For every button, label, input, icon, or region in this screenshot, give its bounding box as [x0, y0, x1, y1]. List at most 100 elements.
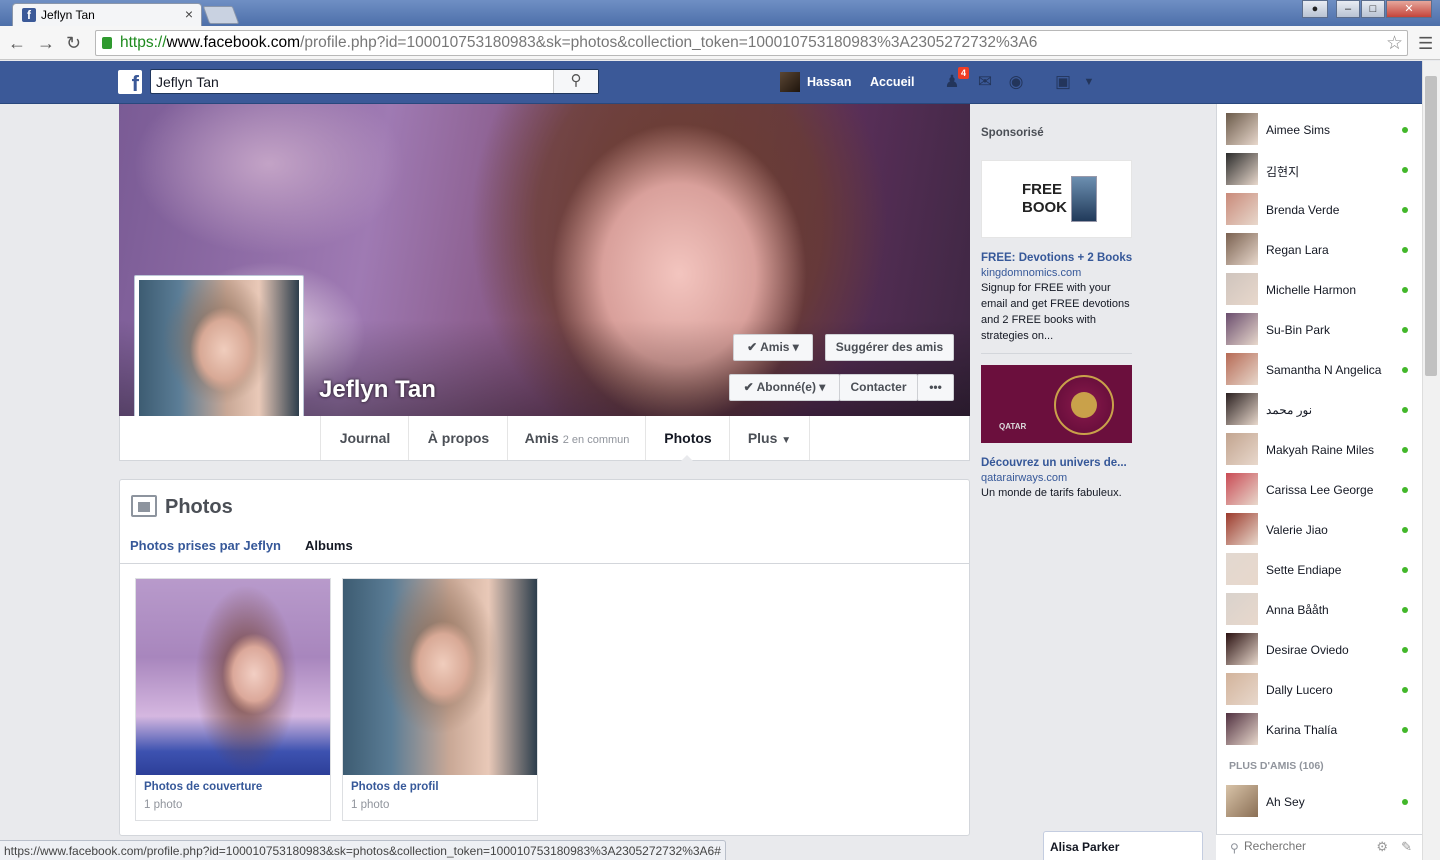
gear-icon[interactable]: ⚙ [1376, 839, 1388, 855]
ad-headline[interactable]: FREE: Devotions + 2 Books [981, 252, 1132, 264]
tab-about[interactable]: À propos [408, 416, 508, 460]
scrollbar-thumb[interactable] [1425, 76, 1437, 376]
more-options-button[interactable]: ••• [917, 374, 954, 401]
friend-avatar [1226, 513, 1258, 545]
chat-friend-row[interactable]: Ah Sey [1226, 785, 1416, 819]
friend-name: Dally Lucero [1266, 683, 1333, 697]
online-status-icon [1402, 407, 1408, 413]
album-count: 1 photo [144, 799, 183, 811]
browser-menu-icon[interactable]: ☰ [1418, 34, 1433, 54]
minimize-button[interactable]: – [1336, 0, 1360, 18]
forward-arrow-icon[interactable]: → [37, 33, 55, 54]
chat-friend-row[interactable]: Carissa Lee George [1226, 473, 1416, 507]
tab-photos-taken[interactable]: Photos prises par Jeflyn [130, 538, 281, 553]
tab-albums[interactable]: Albums [305, 538, 353, 553]
check-icon: ✔ [743, 380, 754, 394]
privacy-lock-icon[interactable]: ▣ [1052, 72, 1074, 94]
browser-status-bar: https://www.facebook.com/profile.php?id=… [0, 840, 726, 860]
online-status-icon [1402, 327, 1408, 333]
search-icon[interactable]: ⚲ [553, 70, 598, 93]
ad-domain[interactable]: kingdomnomics.com [981, 267, 1081, 279]
friend-avatar [1226, 113, 1258, 145]
album-cover-image[interactable] [343, 579, 537, 775]
message-button[interactable]: Contacter [839, 374, 918, 401]
album-name[interactable]: Photos de couverture [144, 781, 262, 793]
tab-journal[interactable]: Journal [320, 416, 409, 460]
chat-search-bar[interactable]: ⚲ ⚙ ✎ [1216, 834, 1422, 860]
friend-avatar [1226, 633, 1258, 665]
album-count: 1 photo [351, 799, 390, 811]
online-status-icon [1402, 727, 1408, 733]
reload-icon[interactable]: ↻ [66, 33, 81, 54]
chat-friend-row[interactable]: Sette Endiape [1226, 553, 1416, 587]
chat-friend-row[interactable]: Brenda Verde [1226, 193, 1416, 227]
notifications-globe-icon[interactable]: ◉ [1005, 72, 1027, 94]
facebook-logo-icon[interactable]: f [118, 70, 142, 96]
url-text[interactable]: https://www.facebook.com/profile.php?id=… [120, 34, 1037, 52]
friend-name: نور محمد [1266, 403, 1313, 417]
sponsored-label: Sponsorisé [981, 127, 1044, 139]
qatar-globe-logo-icon [1054, 375, 1114, 435]
browser-tab[interactable]: f Jeflyn Tan × [12, 3, 202, 26]
url-bar[interactable]: https://www.facebook.com/profile.php?id=… [95, 30, 1408, 56]
album-cover-image[interactable] [136, 579, 330, 775]
profile-name[interactable]: Jeflyn Tan [319, 376, 436, 404]
chat-friend-row[interactable]: Karina Thalía [1226, 713, 1416, 747]
user-name-link[interactable]: Hassan [807, 75, 851, 89]
messages-icon[interactable]: ✉ [974, 72, 996, 94]
chat-friend-row[interactable]: نور محمد [1226, 393, 1416, 427]
chat-friend-row[interactable]: Su-Bin Park [1226, 313, 1416, 347]
friend-name: Anna Bååth [1266, 603, 1329, 617]
maximize-button[interactable]: □ [1361, 0, 1385, 18]
chat-friend-row[interactable]: Valerie Jiao [1226, 513, 1416, 547]
url-scheme: https:// [120, 34, 167, 51]
chat-friend-row[interactable]: Michelle Harmon [1226, 273, 1416, 307]
photos-title[interactable]: Photos [165, 496, 233, 519]
chat-friend-row[interactable]: Dally Lucero [1226, 673, 1416, 707]
home-link[interactable]: Accueil [870, 75, 914, 89]
friend-avatar [1226, 393, 1258, 425]
ad-headline[interactable]: Découvrez un univers de... [981, 457, 1127, 469]
friend-avatar [1226, 673, 1258, 705]
bookmark-star-icon[interactable]: ☆ [1386, 32, 1403, 55]
chat-friend-row[interactable]: Aimee Sims [1226, 113, 1416, 147]
profile-picture[interactable] [139, 280, 299, 438]
new-tab-button[interactable] [202, 6, 240, 24]
friend-avatar [1226, 713, 1258, 745]
online-status-icon [1402, 167, 1408, 173]
chat-friend-row[interactable]: Anna Bååth [1226, 593, 1416, 627]
tab-friends[interactable]: Amis 2 en commun [507, 416, 646, 460]
url-path: /profile.php?id=100010753180983&sk=photo… [300, 34, 1038, 51]
tab-photos[interactable]: Photos [645, 416, 730, 460]
search-input[interactable] [151, 70, 554, 93]
user-avatar[interactable] [780, 72, 800, 92]
tab-close-icon[interactable]: × [185, 6, 193, 22]
friend-name: Sette Endiape [1266, 563, 1342, 577]
ad-image-qatar[interactable]: QATAR [981, 365, 1132, 443]
ad-domain[interactable]: qatarairways.com [981, 472, 1067, 484]
friend-avatar [1226, 233, 1258, 265]
follow-button[interactable]: ✔ Abonné(e) ▾ [729, 374, 840, 401]
suggest-friends-button[interactable]: Suggérer des amis [825, 334, 954, 361]
profile-menu-button[interactable]: ● [1302, 0, 1328, 18]
chat-search-input[interactable] [1244, 839, 1364, 853]
ad-image-free-book[interactable]: FREE BOOK [981, 160, 1132, 238]
chat-friend-row[interactable]: Regan Lara [1226, 233, 1416, 267]
album-name[interactable]: Photos de profil [351, 781, 439, 793]
friends-button[interactable]: ✔ Amis ▾ [733, 334, 813, 361]
ad-image-text: QATAR [999, 422, 1027, 431]
close-window-button[interactable]: ✕ [1386, 0, 1432, 18]
open-chat-tab[interactable]: Alisa Parker [1043, 831, 1203, 860]
compose-icon[interactable]: ✎ [1401, 839, 1412, 855]
tab-more[interactable]: Plus ▼ [729, 416, 810, 460]
chat-friend-row[interactable]: Desirae Oviedo [1226, 633, 1416, 667]
search-bar[interactable]: ⚲ [150, 69, 599, 94]
chat-friend-row[interactable]: 김현지 [1226, 153, 1416, 187]
settings-dropdown-icon[interactable]: ▼ [1078, 76, 1100, 98]
back-arrow-icon[interactable]: ← [8, 33, 26, 54]
album-card[interactable]: Photos de profil 1 photo [342, 578, 538, 821]
album-card[interactable]: Photos de couverture 1 photo [135, 578, 331, 821]
friend-avatar [1226, 353, 1258, 385]
chat-friend-row[interactable]: Samantha N Angelica [1226, 353, 1416, 387]
chat-friend-row[interactable]: Makyah Raine Miles [1226, 433, 1416, 467]
